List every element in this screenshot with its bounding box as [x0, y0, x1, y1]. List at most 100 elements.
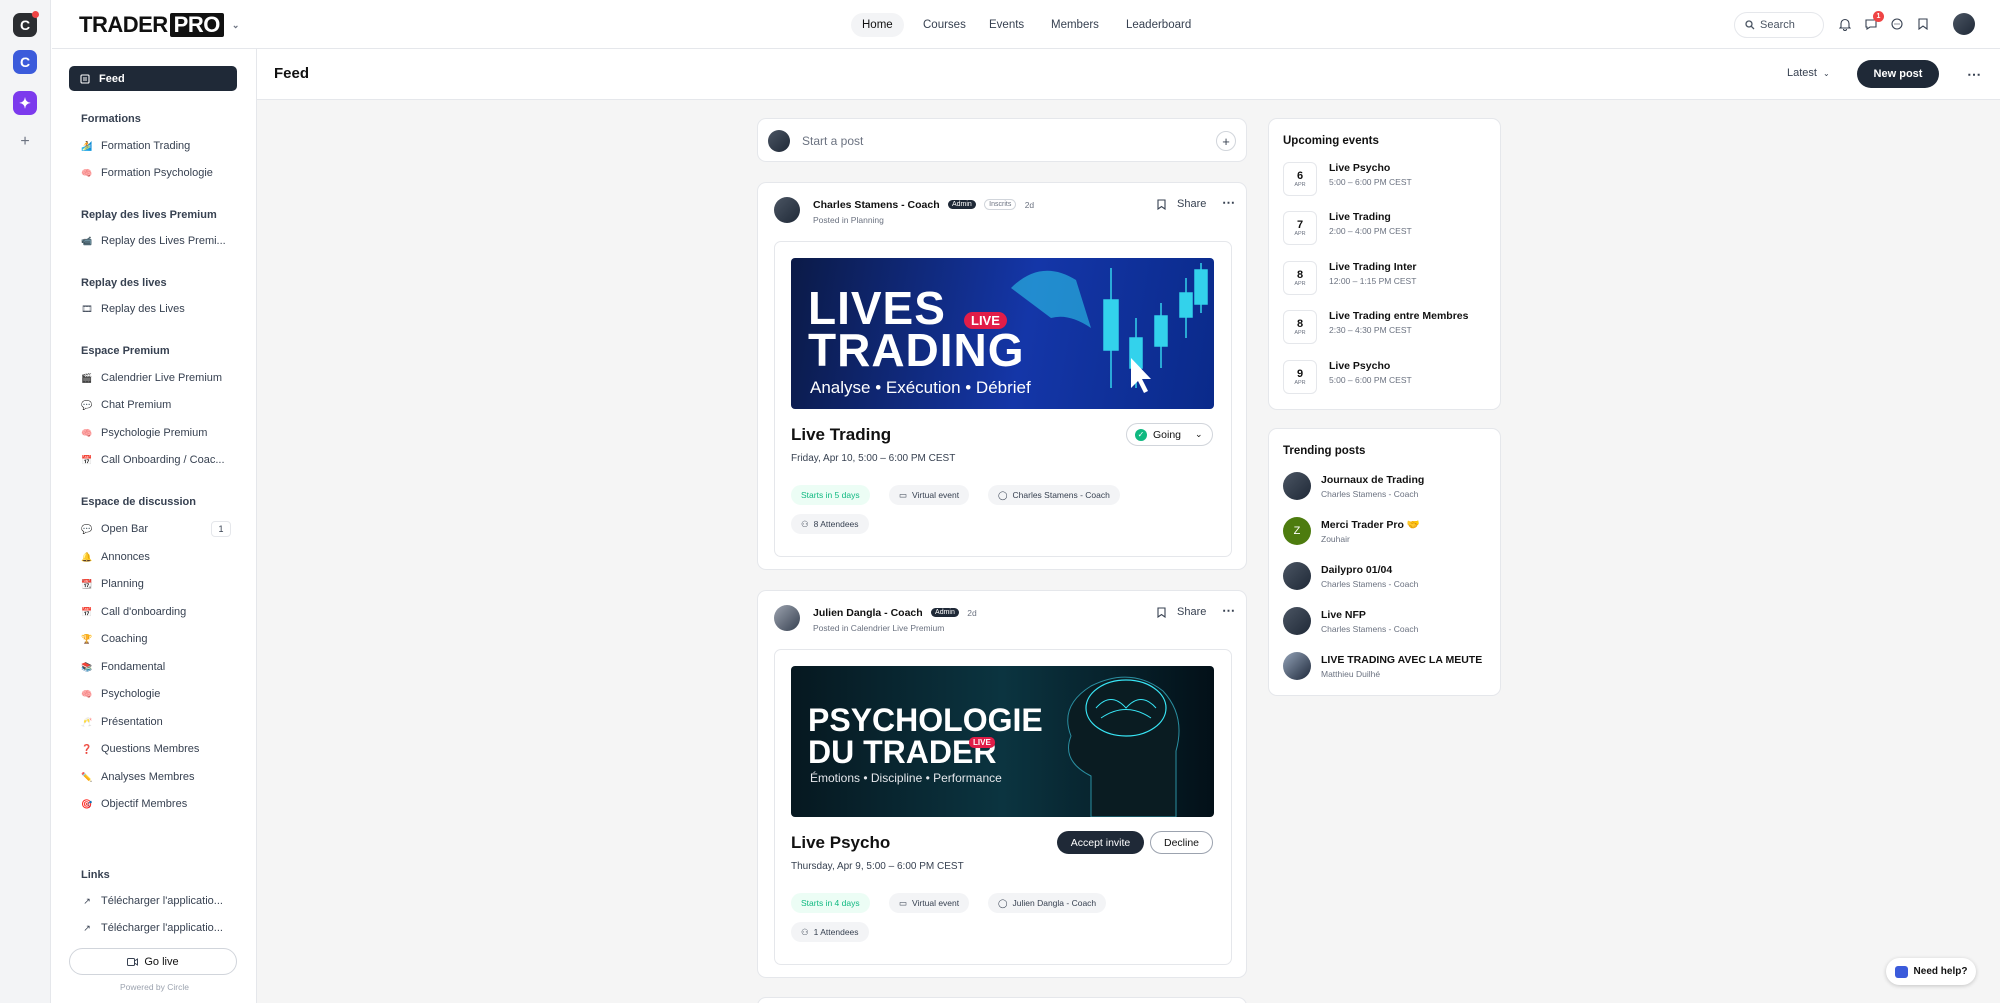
go-live-button[interactable]: Go live [69, 948, 237, 975]
upcoming-event-item[interactable]: 9 APR Live Psycho 5:00 – 6:00 PM CEST [1283, 360, 1412, 394]
powered-by-label: Powered by Circle [120, 982, 189, 992]
messages-icon[interactable] [1888, 15, 1906, 33]
banner-title-line1: PSYCHOLOGIE [808, 702, 1043, 738]
decline-button[interactable]: Decline [1150, 831, 1213, 854]
trending-post-item[interactable]: Z Merci Trader Pro 🤝 Zouhair [1283, 517, 1420, 545]
sidebar-item-questions-membres[interactable]: ❓ Questions Membres [81, 743, 231, 755]
starts-in-chip: Starts in 4 days [791, 893, 870, 913]
posted-in[interactable]: Posted in Planning [813, 215, 884, 225]
nav-events[interactable]: Events [978, 13, 1035, 37]
upcoming-event-item[interactable]: 6 APR Live Psycho 5:00 – 6:00 PM CEST [1283, 162, 1412, 196]
sidebar-item-replay-lives[interactable]: 🎞 Replay des Lives [81, 303, 231, 315]
sidebar-item-coaching[interactable]: 🏆 Coaching [81, 633, 231, 645]
author-avatar[interactable] [774, 197, 800, 223]
more-options-icon[interactable]: ⋯ [1967, 66, 1981, 83]
event-card[interactable]: PSYCHOLOGIE DU TRADER LIVE Émotions • Di… [774, 649, 1232, 965]
rsvp-dropdown[interactable]: ✓ Going ⌄ [1126, 423, 1213, 446]
date-box: 6 APR [1283, 162, 1317, 196]
sidebar-item-psychologie[interactable]: 🧠 Psychologie [81, 688, 231, 700]
post-card: Charles Stamens - Coach Admin Inscrits 2… [757, 182, 1247, 570]
person-icon: ◯ [998, 897, 1008, 908]
upcoming-event-item[interactable]: 8 APR Live Trading Inter 12:00 – 1:15 PM C… [1283, 261, 1417, 295]
event-title[interactable]: Live Trading [791, 425, 891, 445]
date-box: 7 APR [1283, 211, 1317, 245]
author-avatar: Z [1283, 517, 1311, 545]
virtual-event-chip: ▭ Virtual event [889, 893, 970, 913]
search-button[interactable]: Search [1734, 12, 1824, 38]
post-card: Julien Dangla - Coach Admin 2d Posted in… [757, 590, 1247, 978]
upcoming-event-item[interactable]: 8 APR Live Trading entre Membres 2:30 – 4:… [1283, 310, 1468, 344]
sidebar-item-analyses-membres[interactable]: ✏️ Analyses Membres [81, 771, 231, 783]
new-post-button[interactable]: New post [1857, 60, 1939, 88]
sidebar-item-formation-psychologie[interactable]: 🧠 Formation Psychologie [81, 167, 231, 179]
event-card[interactable]: LIVES TRADING LIVE Analyse • Exécution •… [774, 241, 1232, 557]
post-options-icon[interactable]: ⋯ [1222, 195, 1235, 211]
sidebar-item-presentation[interactable]: 🥂 Présentation [81, 716, 231, 728]
bookmark-icon[interactable] [1914, 15, 1932, 33]
event-title[interactable]: Live Psycho [791, 833, 890, 853]
sidebar-link-download-app-2[interactable]: ↗ Télécharger l'applicatio... [81, 922, 231, 934]
bell-icon[interactable] [1836, 15, 1854, 33]
sidebar-item-call-onboarding-2[interactable]: 📅 Call d'onboarding [81, 606, 231, 618]
sidebar-item-fondamental[interactable]: 📚 Fondamental [81, 661, 231, 673]
post-author-line: Julien Dangla - Coach Admin 2d [813, 605, 977, 619]
sidebar-section-title: Espace Premium [81, 345, 170, 357]
role-badge: Inscrits [984, 199, 1017, 211]
sidebar-item-annonces[interactable]: 🔔 Annonces [81, 551, 231, 563]
trending-post-item[interactable]: Journaux de Trading Charles Stamens - Coa… [1283, 472, 1424, 500]
workspace-sparkle-icon[interactable]: ✦ [13, 91, 37, 115]
host-chip[interactable]: ◯ Charles Stamens - Coach [988, 485, 1120, 505]
author-name[interactable]: Charles Stamens - Coach [813, 199, 940, 211]
page-title: Feed [274, 65, 310, 82]
author-name[interactable]: Julien Dangla - Coach [813, 607, 923, 619]
workspace-circle-icon[interactable]: C [13, 50, 37, 74]
author-avatar[interactable] [774, 605, 800, 631]
trending-post-item[interactable]: Live NFP Charles Stamens - Coach [1283, 607, 1418, 635]
banner-subtitle: Émotions • Discipline • Performance [810, 771, 1002, 785]
posted-in[interactable]: Posted in Calendrier Live Premium [813, 623, 944, 633]
sidebar-item-replay-premium[interactable]: 📹 Replay des Lives Premi... [81, 235, 231, 247]
sidebar-links-title: Links [81, 869, 110, 881]
brand-logo[interactable]: TRADER PRO ⌄ [79, 12, 240, 37]
widget-title: Trending posts [1283, 445, 1366, 457]
chevron-down-icon[interactable]: ⌄ [232, 20, 240, 31]
bookmark-icon [1157, 606, 1166, 618]
sidebar-section-title: Replay des lives [81, 277, 167, 289]
post-options-icon[interactable]: ⋯ [1222, 603, 1235, 619]
admin-badge: Admin [931, 608, 959, 618]
sidebar-item-chat-premium[interactable]: 💬 Chat Premium [81, 399, 231, 411]
upcoming-event-item[interactable]: 7 APR Live Trading 2:00 – 4:00 PM CEST [1283, 211, 1412, 245]
add-icon[interactable]: + [1216, 131, 1236, 151]
sort-dropdown[interactable]: Latest ⌄ [1787, 67, 1830, 79]
sidebar-item-formation-trading[interactable]: 🏄 Formation Trading [81, 140, 231, 152]
sidebar-item-call-onboarding[interactable]: 📅 Call Onboarding / Coac... [81, 454, 231, 466]
nav-leaderboard[interactable]: Leaderboard [1115, 13, 1202, 37]
accept-invite-button[interactable]: Accept invite [1057, 831, 1144, 854]
date-box: 8 APR [1283, 310, 1317, 344]
nav-home[interactable]: Home [851, 13, 904, 37]
need-help-button[interactable]: Need help? [1886, 958, 1976, 985]
nav-members[interactable]: Members [1040, 13, 1110, 37]
sidebar-link-download-app[interactable]: ↗ Télécharger l'applicatio... [81, 895, 231, 907]
share-button[interactable]: Share [1157, 198, 1206, 210]
host-chip[interactable]: ◯ Julien Dangla - Coach [988, 893, 1107, 913]
add-workspace-icon[interactable]: + [13, 130, 37, 154]
workspace-circle-app-icon[interactable]: C [13, 11, 39, 37]
admin-badge: Admin [947, 200, 976, 210]
nav-courses[interactable]: Courses [912, 13, 977, 37]
sidebar-item-open-bar[interactable]: 💬 Open Bar 1 [81, 521, 231, 537]
share-button[interactable]: Share [1157, 606, 1206, 618]
virtual-event-chip: ▭ Virtual event [889, 485, 970, 505]
sidebar-item-planning[interactable]: 📆 Planning [81, 578, 231, 590]
user-avatar[interactable] [1953, 13, 1975, 35]
trending-post-item[interactable]: Dailypro 01/04 Charles Stamens - Coach [1283, 562, 1418, 590]
attendees-chip[interactable]: ⚇ 8 Attendees [791, 514, 869, 534]
trending-post-item[interactable]: LIVE TRADING AVEC LA MEUTE Matthieu Duilh… [1283, 652, 1482, 680]
attendees-chip[interactable]: ⚇ 1 Attendees [791, 922, 869, 942]
chat-notifications-icon[interactable]: 1 [1862, 11, 1884, 33]
sidebar-item-calendrier-live-premium[interactable]: 🎬 Calendrier Live Premium [81, 372, 231, 384]
sidebar-item-psychologie-premium[interactable]: 🧠 Psychologie Premium [81, 427, 231, 439]
start-post-box[interactable]: Start a post + [757, 118, 1247, 162]
sidebar-item-objectif-membres[interactable]: 🎯 Objectif Membres [81, 798, 231, 810]
sidebar-item-feed[interactable]: Feed [69, 66, 237, 91]
